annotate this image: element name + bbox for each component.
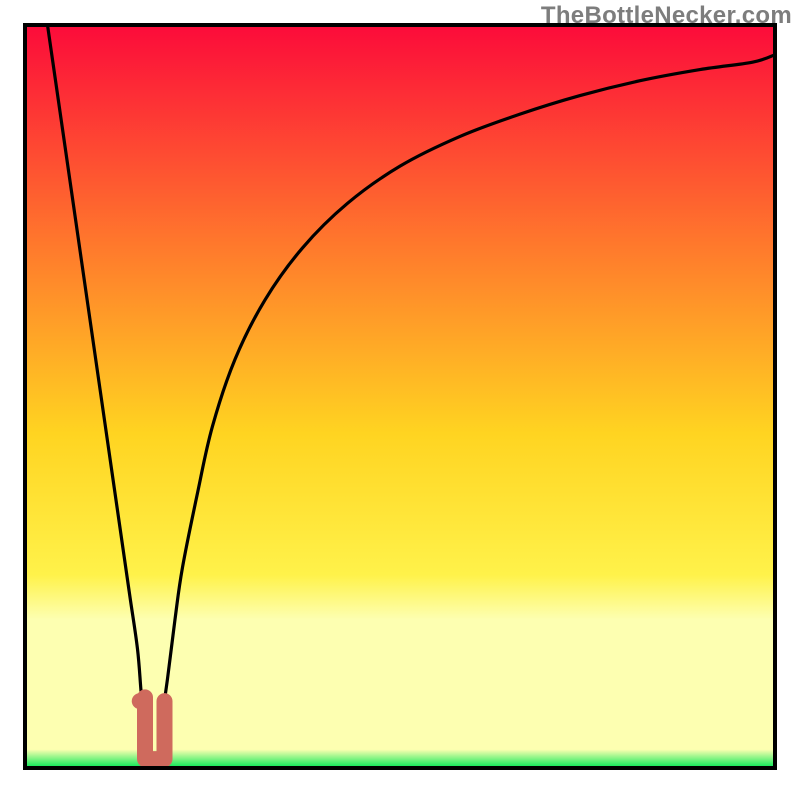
- figure-container: TheBottleNecker.com: [0, 0, 800, 800]
- bottleneck-chart: [0, 0, 800, 800]
- watermark-text: TheBottleNecker.com: [541, 2, 792, 30]
